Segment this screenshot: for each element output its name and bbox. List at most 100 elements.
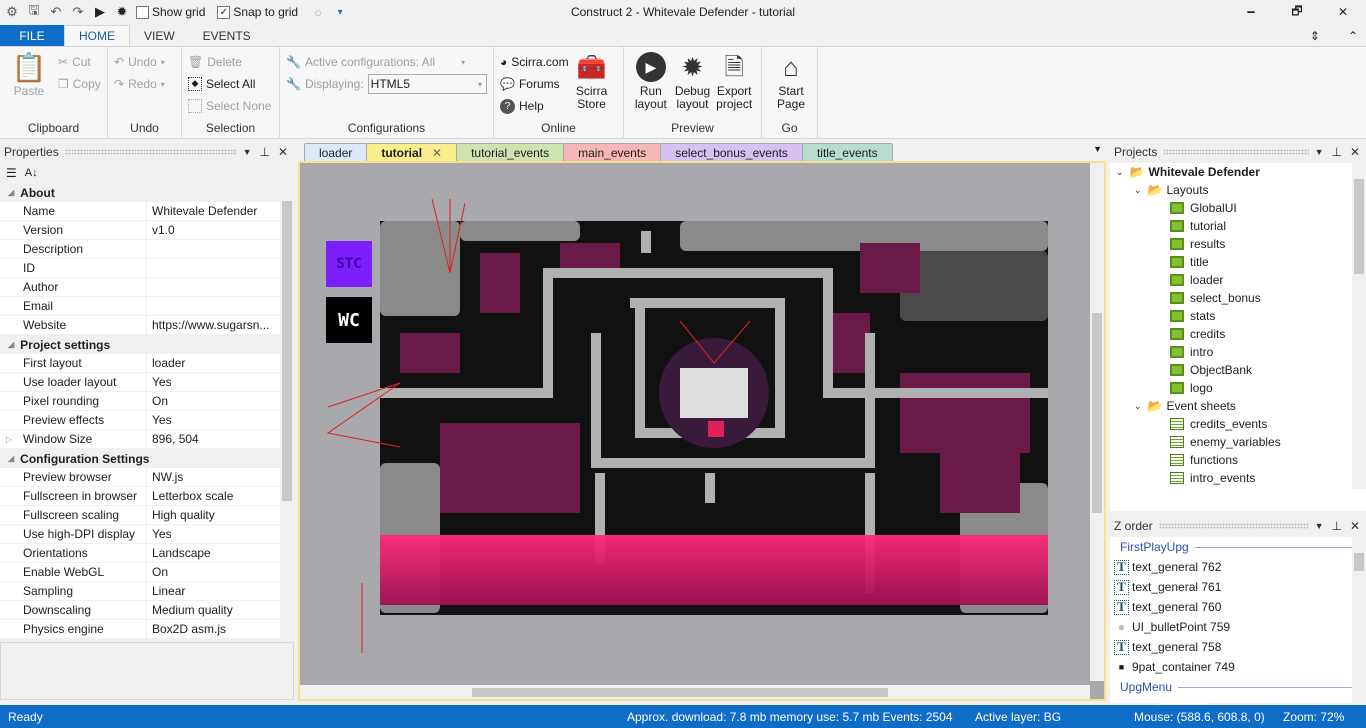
restore-button[interactable]: 🗗 [1274,0,1320,24]
event-sheet-item[interactable]: credits_events [1110,415,1366,433]
property-value[interactable]: Landscape [147,544,280,563]
property-row[interactable]: Email [0,297,280,316]
property-row[interactable]: Sampling Linear [0,582,280,601]
event-sheet-item[interactable]: intro_events [1110,469,1366,487]
property-row[interactable]: ID [0,259,280,278]
tab-select-bonus-events[interactable]: select_bonus_events [660,143,803,161]
event-sheets-folder[interactable]: ⌄ 📂 Event sheets [1110,397,1366,415]
panel-close-icon[interactable]: ✕ [1350,145,1360,159]
undo-button[interactable]: ↶ Undo ▾ [114,51,175,73]
zorder-item[interactable]: Ttext_general 762 [1110,557,1366,577]
pin-icon[interactable]: ⊥ [259,145,269,159]
property-value[interactable]: Medium quality [147,601,280,620]
event-sheet-item[interactable]: functions [1110,451,1366,469]
tab-title-events[interactable]: title_events [801,143,893,161]
panel-close-icon[interactable]: ✕ [1350,519,1360,533]
chevron-down-icon[interactable]: ⌄ [1134,401,1142,412]
active-configurations-dropdown[interactable]: 🔧 Active configurations: All ▾ [286,51,487,73]
tab-tutorial-events[interactable]: tutorial_events [456,143,565,161]
tab-view[interactable]: VIEW [130,25,189,46]
property-value[interactable]: Yes [147,373,280,392]
panel-menu-icon[interactable]: ▼ [1315,521,1324,531]
redo-icon[interactable]: ↷ [70,4,86,20]
property-value[interactable]: NW.js [147,468,280,487]
property-row[interactable]: ▷ Window Size 896, 504 [0,430,280,449]
canvas-vertical-scrollbar[interactable] [1090,163,1104,681]
project-root[interactable]: ⌄ 📂 Whitevale Defender [1110,163,1366,181]
select-none-button[interactable]: Select None [188,95,273,117]
layout-item[interactable]: credits [1110,325,1366,343]
property-row[interactable]: Preview effects Yes [0,411,280,430]
panel-menu-icon[interactable]: ▼ [1315,147,1324,157]
pin-icon[interactable]: ⊥ [1331,519,1341,533]
property-row[interactable]: Downscaling Medium quality [0,601,280,620]
ribbon-expand-icon[interactable]: ⇕ [1310,29,1320,43]
layout-canvas[interactable]: STC WC [298,161,1106,701]
show-grid-check[interactable] [136,5,149,19]
debug-icon[interactable]: ✹ [114,4,130,20]
ribbon-collapse-icon[interactable]: ⌃ [1348,29,1358,43]
zorder-item[interactable]: Ttext_general 758 [1110,637,1366,657]
property-row[interactable]: Use loader layout Yes [0,373,280,392]
snap-to-grid-check[interactable]: ✓ [217,5,231,19]
file-menu[interactable]: FILE [0,25,64,46]
snap-to-grid-checkbox[interactable]: ✓ Snap to grid [217,5,298,19]
property-row[interactable]: Description [0,240,280,259]
property-row[interactable]: Use high-DPI display Yes [0,525,280,544]
property-value[interactable]: On [147,392,280,411]
property-row[interactable]: Website https://www.sugarsn... [0,316,280,335]
categorized-icon[interactable]: ☰ [6,166,17,180]
collapse-icon[interactable]: ◢ [8,188,14,197]
layout-item[interactable]: stats [1110,307,1366,325]
event-sheet-item[interactable]: enemy_variables [1110,433,1366,451]
property-value[interactable] [147,297,280,316]
property-row[interactable]: First layout loader [0,354,280,373]
layout-item[interactable]: tutorial [1110,217,1366,235]
status-circle-icon[interactable]: ○ [310,4,326,20]
property-value[interactable] [147,259,280,278]
copy-button[interactable]: ❐ Copy [58,73,101,95]
undo-icon[interactable]: ↶ [48,4,64,20]
show-grid-checkbox[interactable]: Show grid [136,5,205,19]
panel-close-icon[interactable]: ✕ [278,145,288,159]
layout-item[interactable]: loader [1110,271,1366,289]
pin-icon[interactable]: ⊥ [1331,145,1341,159]
property-row[interactable]: Version v1.0 [0,221,280,240]
layout-item[interactable]: GlobalUI [1110,199,1366,217]
property-value[interactable]: 896, 504 [147,430,280,449]
help-link[interactable]: ? Help [500,95,569,117]
chevron-down-icon[interactable]: ⌄ [1116,167,1124,178]
start-page-button[interactable]: ⌂ Start Page [768,51,814,111]
select-all-button[interactable]: ◆ Select All [188,73,273,95]
chevron-down-icon[interactable]: ⌄ [1134,185,1142,196]
close-button[interactable]: ✕ [1320,0,1366,24]
property-row[interactable]: Preview browser NW.js [0,468,280,487]
scirra-link[interactable]: ◕ Scirra.com [500,51,569,73]
debug-layout-button[interactable]: ✹ Debug layout [672,51,714,111]
customize-dropdown-icon[interactable]: ▾ [332,4,348,20]
paste-button[interactable]: 📋 Paste [6,51,52,98]
property-row[interactable]: Physics engine Box2D asm.js [0,620,280,639]
zorder-scrollbar[interactable] [1352,537,1366,703]
project-tree-scrollbar[interactable] [1352,163,1366,489]
property-value[interactable]: On [147,563,280,582]
layout-item[interactable]: logo [1110,379,1366,397]
zorder-item[interactable]: ■ 9pat_container 749 [1110,657,1366,677]
layout-item[interactable]: intro [1110,343,1366,361]
collapse-icon[interactable]: ◢ [8,340,14,349]
tabs-overflow-icon[interactable]: ▼ [1093,144,1102,154]
property-category[interactable]: ◢ Project settings [0,335,280,354]
property-value[interactable] [147,278,280,297]
close-tab-icon[interactable]: ✕ [432,146,442,160]
save-icon[interactable]: 🖫 [26,2,42,20]
layout-item[interactable]: title [1110,253,1366,271]
run-layout-button[interactable]: ▶ Run layout [630,51,672,111]
layout-item[interactable]: ObjectBank [1110,361,1366,379]
property-value[interactable] [147,240,280,259]
zorder-item[interactable]: Ttext_general 761 [1110,577,1366,597]
tab-home[interactable]: HOME [64,25,130,46]
minimize-button[interactable]: 🗕 [1228,0,1274,24]
redo-button[interactable]: ↷ Redo ▾ [114,73,175,95]
property-value[interactable]: Yes [147,411,280,430]
property-category[interactable]: ◢ Configuration Settings [0,449,280,468]
